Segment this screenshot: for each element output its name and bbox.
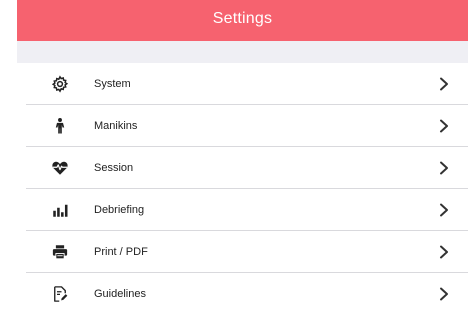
menu-item-label: Print / PDF xyxy=(94,246,148,258)
section-spacer xyxy=(17,41,468,63)
heartbeat-icon xyxy=(50,158,70,178)
chevron-right-icon xyxy=(438,161,450,175)
chevron-right-icon xyxy=(438,119,450,133)
chevron-right-icon xyxy=(438,77,450,91)
menu-item-debriefing[interactable]: Debriefing xyxy=(17,189,468,231)
menu-item-manikins[interactable]: Manikins xyxy=(17,105,468,147)
header-bar: Settings xyxy=(17,0,468,41)
bar-chart-icon xyxy=(50,200,70,220)
menu-item-guidelines[interactable]: Guidelines xyxy=(17,273,468,315)
person-icon xyxy=(50,116,70,136)
settings-list: System Manikins Session Debriefing Print… xyxy=(17,63,468,326)
menu-item-label: Debriefing xyxy=(94,204,145,216)
menu-item-print-pdf[interactable]: Print / PDF xyxy=(17,231,468,273)
page-title: Settings xyxy=(212,9,273,27)
menu-item-label: System xyxy=(94,78,131,90)
chevron-right-icon xyxy=(438,245,450,259)
menu-item-label: Manikins xyxy=(94,120,138,132)
menu-item-system[interactable]: System xyxy=(17,63,468,105)
menu-item-label: Guidelines xyxy=(94,288,146,300)
chevron-right-icon xyxy=(438,203,450,217)
menu-item-session[interactable]: Session xyxy=(17,147,468,189)
printer-icon xyxy=(50,242,70,262)
document-edit-icon xyxy=(50,284,70,304)
menu-item-label: Session xyxy=(94,162,134,174)
gear-icon xyxy=(50,74,70,94)
chevron-right-icon xyxy=(438,287,450,301)
settings-screen: Settings System Manikins Session Debrief… xyxy=(0,0,475,326)
